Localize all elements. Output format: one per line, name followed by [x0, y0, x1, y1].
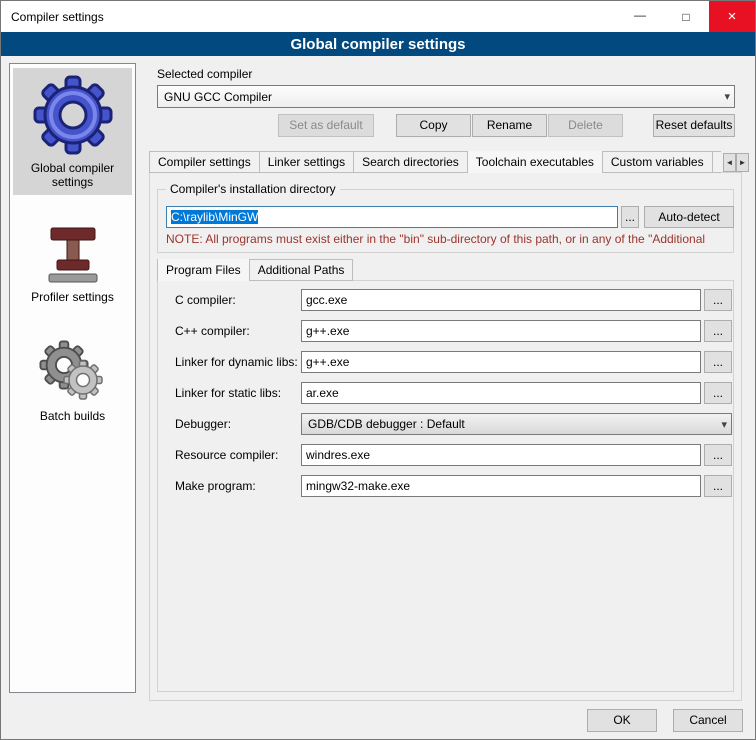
compiler-select-value: GNU GCC Compiler	[164, 90, 720, 104]
reset-defaults-button[interactable]: Reset defaults	[653, 114, 735, 137]
window-controls: — □ ×	[617, 1, 755, 32]
c-compiler-input[interactable]: gcc.exe	[301, 289, 701, 311]
tab-additional-paths[interactable]: Additional Paths	[249, 259, 354, 281]
sidebar-item-label: Batch builds	[40, 409, 105, 423]
cancel-button[interactable]: Cancel	[673, 709, 743, 732]
make-program-input[interactable]: mingw32-make.exe	[301, 475, 701, 497]
settings-tab-strip: Compiler settings Linker settings Search…	[149, 151, 721, 173]
set-as-default-button: Set as default	[278, 114, 374, 137]
cpp-compiler-row: C++ compiler: g++.exe ...	[175, 320, 732, 342]
resource-compiler-row: Resource compiler: windres.exe ...	[175, 444, 732, 466]
copy-button[interactable]: Copy	[396, 114, 471, 137]
directory-note: NOTE: All programs must exist either in …	[166, 232, 734, 246]
compiler-select[interactable]: GNU GCC Compiler ▾	[157, 85, 735, 108]
minimize-icon: —	[634, 8, 646, 22]
tab-linker-settings[interactable]: Linker settings	[259, 151, 354, 173]
sidebar-item-batch-builds[interactable]: Batch builds	[13, 334, 132, 429]
tab-search-directories[interactable]: Search directories	[353, 151, 468, 173]
c-compiler-row: C compiler: gcc.exe ...	[175, 289, 732, 311]
maximize-icon: □	[682, 10, 689, 24]
resource-compiler-value: windres.exe	[306, 448, 370, 462]
dynamic-linker-input[interactable]: g++.exe	[301, 351, 701, 373]
compiler-settings-dialog: Compiler settings — □ × Global compiler …	[0, 0, 756, 740]
title-bar: Compiler settings — □ ×	[1, 1, 755, 32]
arrow-right-icon: ►	[739, 158, 747, 167]
static-linker-value: ar.exe	[306, 386, 339, 400]
page-title: Global compiler settings	[1, 32, 755, 56]
settings-sidebar: Global compiler settings Profiler settin…	[9, 63, 136, 693]
tab-program-files[interactable]: Program Files	[157, 259, 250, 281]
program-files-tab-strip: Program Files Additional Paths	[157, 259, 457, 281]
cpp-compiler-browse-button[interactable]: ...	[704, 320, 732, 342]
close-button[interactable]: ×	[709, 1, 755, 32]
cpp-compiler-input[interactable]: g++.exe	[301, 320, 701, 342]
gear-icon	[31, 73, 115, 157]
tab-scroll-right-button[interactable]: ►	[736, 153, 749, 172]
close-icon: ×	[728, 8, 737, 25]
installation-directory-value: C:\raylib\MinGW	[171, 210, 258, 224]
installation-directory-input[interactable]: C:\raylib\MinGW	[166, 206, 618, 228]
static-linker-label: Linker for static libs:	[175, 382, 301, 404]
static-linker-browse-button[interactable]: ...	[704, 382, 732, 404]
batch-builds-icon	[38, 339, 108, 405]
auto-detect-button[interactable]: Auto-detect	[644, 206, 734, 228]
debugger-row: Debugger: GDB/CDB debugger : Default ▾	[175, 413, 732, 435]
selected-compiler-label: Selected compiler	[157, 67, 252, 81]
cpp-compiler-label: C++ compiler:	[175, 320, 301, 342]
installation-directory-group-title: Compiler's installation directory	[166, 182, 340, 196]
chevron-down-icon: ▾	[721, 418, 727, 431]
tab-compiler-settings[interactable]: Compiler settings	[149, 151, 260, 173]
debugger-label: Debugger:	[175, 413, 301, 435]
directory-browse-button[interactable]: ...	[621, 206, 639, 228]
profiler-icon	[43, 224, 103, 286]
static-linker-row: Linker for static libs: ar.exe ...	[175, 382, 732, 404]
make-program-value: mingw32-make.exe	[306, 479, 410, 493]
tab-scroll-left-button[interactable]: ◄	[723, 153, 736, 172]
c-compiler-browse-button[interactable]: ...	[704, 289, 732, 311]
minimize-button[interactable]: —	[617, 1, 663, 32]
sidebar-item-label: Profiler settings	[31, 290, 114, 304]
c-compiler-value: gcc.exe	[306, 293, 347, 307]
make-program-browse-button[interactable]: ...	[704, 475, 732, 497]
static-linker-input[interactable]: ar.exe	[301, 382, 701, 404]
c-compiler-label: C compiler:	[175, 289, 301, 311]
resource-compiler-label: Resource compiler:	[175, 444, 301, 466]
resource-compiler-input[interactable]: windres.exe	[301, 444, 701, 466]
debugger-select[interactable]: GDB/CDB debugger : Default ▾	[301, 413, 732, 435]
rename-button[interactable]: Rename	[472, 114, 547, 137]
arrow-left-icon: ◄	[726, 158, 734, 167]
sidebar-item-profiler-settings[interactable]: Profiler settings	[13, 219, 132, 310]
window-title: Compiler settings	[1, 10, 104, 24]
program-files-form: C compiler: gcc.exe ... C++ compiler: g+…	[175, 289, 732, 506]
dynamic-linker-row: Linker for dynamic libs: g++.exe ...	[175, 351, 732, 373]
ok-button[interactable]: OK	[587, 709, 657, 732]
delete-button: Delete	[548, 114, 623, 137]
maximize-button[interactable]: □	[663, 1, 709, 32]
make-program-row: Make program: mingw32-make.exe ...	[175, 475, 732, 497]
dynamic-linker-value: g++.exe	[306, 355, 349, 369]
tab-custom-variables[interactable]: Custom variables	[602, 151, 713, 173]
cpp-compiler-value: g++.exe	[306, 324, 349, 338]
chevron-down-icon: ▾	[720, 90, 730, 103]
sidebar-item-label: Global compiler settings	[15, 161, 130, 189]
tab-toolchain-executables[interactable]: Toolchain executables	[467, 151, 603, 173]
tab-build-options[interactable]: Buil	[712, 151, 721, 173]
debugger-value: GDB/CDB debugger : Default	[308, 417, 721, 431]
dynamic-linker-label: Linker for dynamic libs:	[175, 351, 301, 373]
dynamic-linker-browse-button[interactable]: ...	[704, 351, 732, 373]
resource-compiler-browse-button[interactable]: ...	[704, 444, 732, 466]
sidebar-item-global-compiler-settings[interactable]: Global compiler settings	[13, 68, 132, 195]
make-program-label: Make program:	[175, 475, 301, 497]
